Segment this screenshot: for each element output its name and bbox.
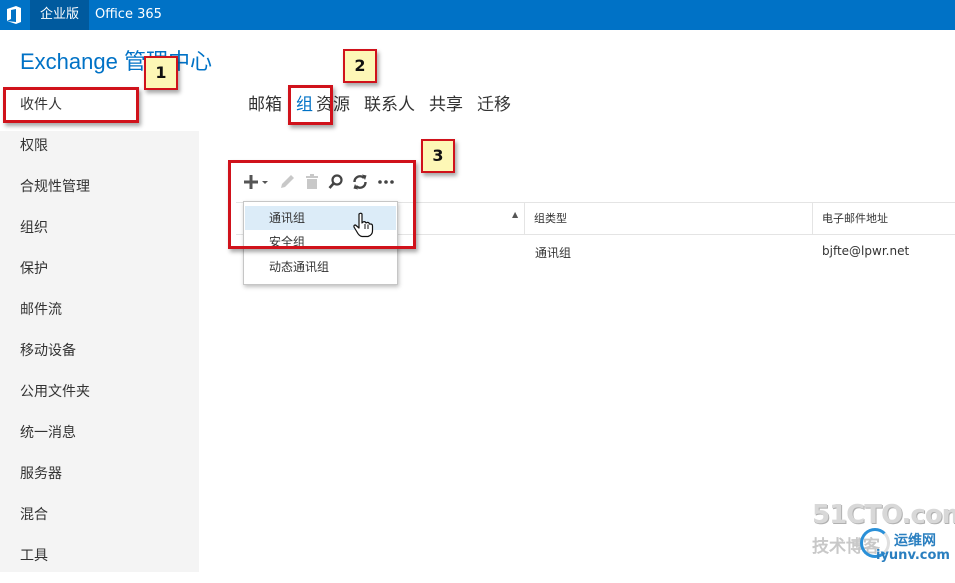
watermark-brand: 51CTO.com: [812, 500, 955, 530]
annotation-box-recipients: [3, 87, 139, 123]
cell-group-type: 通讯组: [535, 246, 572, 260]
watermark-yunwei: 运维网: [894, 533, 936, 549]
tab-shared[interactable]: 共享: [429, 92, 463, 118]
sidebar-item-protection[interactable]: 保护: [0, 255, 199, 296]
watermark-domain: iyunv.com: [876, 548, 950, 563]
top-bar: 企业版 Office 365: [0, 0, 955, 30]
page-title: Exchange 管理中心: [20, 49, 212, 74]
office-logo-icon[interactable]: [6, 6, 22, 24]
annotation-callout-3: 3: [421, 139, 455, 173]
sidebar-item-compliance[interactable]: 合规性管理: [0, 173, 199, 214]
sidebar-item-mobile[interactable]: 移动设备: [0, 337, 199, 378]
annotation-callout-2: 2: [343, 49, 377, 83]
sidebar-item-servers[interactable]: 服务器: [0, 460, 199, 501]
tab-contacts[interactable]: 联系人: [364, 92, 415, 118]
column-header-email[interactable]: 电子邮件地址: [812, 203, 955, 234]
column-header-group-type[interactable]: 组类型: [524, 203, 812, 234]
tab-migration[interactable]: 迁移: [477, 92, 511, 118]
annotation-box-new-menu: [228, 160, 416, 249]
annotation-callout-1: 1: [144, 56, 178, 90]
sidebar-item-organization[interactable]: 组织: [0, 214, 199, 255]
sidebar-item-permissions[interactable]: 权限: [0, 132, 199, 173]
menu-item-dynamic-distribution-group[interactable]: 动态通讯组: [245, 255, 396, 279]
annotation-box-groups-tab: [288, 85, 333, 125]
cell-email: bjfte@lpwr.net: [822, 244, 910, 258]
sidebar-item-public-folders[interactable]: 公用文件夹: [0, 378, 199, 419]
nav-office365[interactable]: Office 365: [95, 0, 162, 30]
sidebar-item-tools[interactable]: 工具: [0, 542, 199, 583]
sidebar: 收件人 权限 合规性管理 组织 保护 邮件流 移动设备 公用文件夹 统一消息 服…: [0, 90, 199, 572]
tab-mailboxes[interactable]: 邮箱: [248, 92, 282, 118]
sidebar-item-mail-flow[interactable]: 邮件流: [0, 296, 199, 337]
sidebar-item-hybrid[interactable]: 混合: [0, 501, 199, 542]
nav-enterprise[interactable]: 企业版: [30, 0, 90, 30]
sidebar-item-unified-messaging[interactable]: 统一消息: [0, 419, 199, 460]
sort-ascending-icon[interactable]: ▲: [512, 210, 518, 219]
